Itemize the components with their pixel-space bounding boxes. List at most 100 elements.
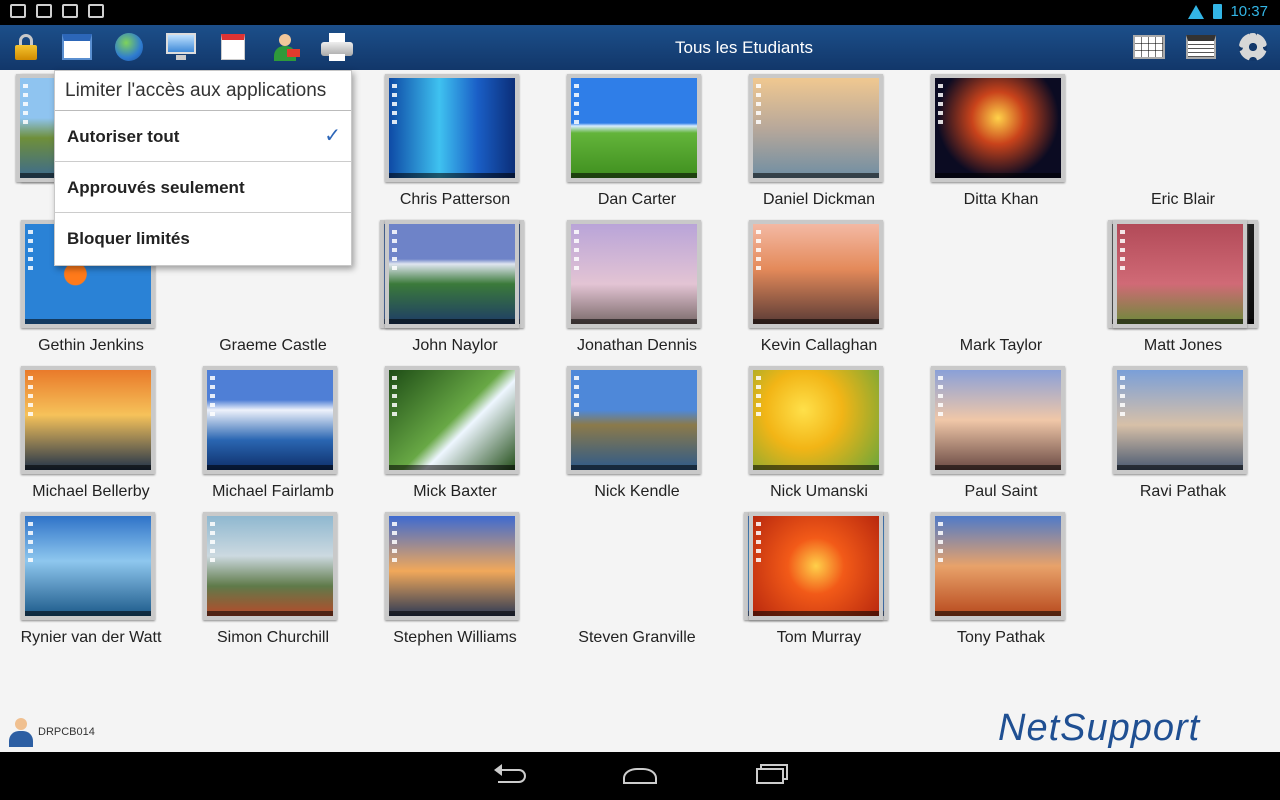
student-tile[interactable]: Nick Kendle [546, 362, 728, 508]
student-tile[interactable]: Paul Saint [910, 362, 1092, 508]
student-name: Ditta Khan [963, 191, 1039, 208]
student-screen-thumbnail[interactable] [749, 366, 883, 474]
student-tile[interactable]: Simon Churchill [182, 508, 364, 654]
student-screen-thumbnail[interactable] [1113, 220, 1247, 328]
user-transfer-icon [270, 32, 300, 62]
menu-item-block-restricted[interactable]: Bloquer limités [55, 213, 351, 264]
student-name: Mark Taylor [959, 337, 1043, 354]
student-name: Mick Baxter [413, 483, 497, 500]
student-tile[interactable]: Chris Patterson [364, 70, 546, 216]
window-icon [62, 34, 92, 60]
student-name: Dan Carter [597, 191, 677, 208]
student-screen-thumbnail[interactable] [385, 220, 519, 328]
recents-icon [756, 768, 784, 784]
image-icon [36, 4, 52, 18]
student-name: Daniel Dickman [762, 191, 876, 208]
student-name: Jonathan Dennis [576, 337, 698, 354]
student-name: Steven Granville [578, 629, 696, 646]
battery-icon [1213, 4, 1223, 19]
student-tile[interactable]: Ditta Khan [910, 70, 1092, 216]
student-name: Eric Blair [1150, 191, 1215, 208]
thumbnail-grid-icon [1133, 35, 1165, 59]
student-name: Paul Saint [964, 483, 1038, 500]
student-screen-thumbnail[interactable] [749, 74, 883, 182]
briefcase-icon [62, 4, 78, 18]
show-screen-button[interactable] [164, 30, 198, 64]
recents-button[interactable] [750, 764, 790, 788]
student-screen-thumbnail[interactable] [749, 220, 883, 328]
menu-item-allow-all[interactable]: Autoriser tout ✓ [55, 111, 351, 162]
app-toolbar: Tous les Etudiants [0, 25, 1280, 70]
page-title: Tous les Etudiants [675, 38, 813, 57]
app-access-menu: Limiter l'accès aux applications Autoris… [54, 70, 352, 266]
printer-icon [321, 33, 353, 61]
student-tile[interactable]: Nick Umanski [728, 362, 910, 508]
student-screen-thumbnail[interactable] [385, 366, 519, 474]
student-screen-thumbnail[interactable] [385, 74, 519, 182]
student-tile[interactable]: Rynier van der Watt [0, 508, 182, 654]
student-tile[interactable]: Michael Fairlamb [182, 362, 364, 508]
student-tile[interactable]: Mick Baxter [364, 362, 546, 508]
student-name: Michael Bellerby [32, 483, 150, 500]
list-view-icon [1186, 35, 1216, 59]
student-name: John Naylor [412, 337, 498, 354]
student-tile[interactable]: Michael Bellerby [0, 362, 182, 508]
student-name: Kevin Callaghan [760, 337, 878, 354]
lock-icon [15, 34, 37, 60]
student-tile[interactable]: Dan Carter [546, 70, 728, 216]
student-name: Graeme Castle [219, 337, 327, 354]
student-screen-thumbnail[interactable] [567, 366, 701, 474]
notification-icons [10, 4, 104, 20]
check-icon: ✓ [324, 125, 341, 147]
student-name: Nick Kendle [594, 483, 680, 500]
list-view-button[interactable] [1184, 30, 1218, 64]
student-name: Tom Murray [776, 629, 862, 646]
menu-item-approved-only[interactable]: Approuvés seulement [55, 162, 351, 213]
bag-icon [88, 4, 104, 18]
student-tile[interactable]: Daniel Dickman [728, 70, 910, 216]
student-tile[interactable]: Jonathan Dennis [546, 216, 728, 362]
print-button[interactable] [320, 30, 354, 64]
user-transfer-button[interactable] [268, 30, 302, 64]
student-screen-thumbnail[interactable] [931, 366, 1065, 474]
screen: 10:37 Tous les Etudiants Chris Patterson… [0, 0, 1280, 800]
thumbnail-view-button[interactable] [1132, 30, 1166, 64]
student-tile[interactable]: Stephen Williams [364, 508, 546, 654]
register-button[interactable] [216, 30, 250, 64]
register-icon [221, 34, 245, 60]
student-screen-thumbnail[interactable] [21, 512, 155, 620]
student-screen-thumbnail[interactable] [931, 512, 1065, 620]
student-tile[interactable]: Steven Granville [546, 508, 888, 654]
lock-button[interactable] [9, 30, 43, 64]
student-screen-thumbnail[interactable] [385, 512, 519, 620]
student-screen-thumbnail[interactable] [203, 366, 337, 474]
menu-title: Limiter l'accès aux applications [55, 71, 351, 111]
student-screen-thumbnail[interactable] [567, 74, 701, 182]
student-screen-thumbnail[interactable] [749, 512, 883, 620]
student-screen-thumbnail[interactable] [1113, 366, 1247, 474]
student-screen-thumbnail[interactable] [21, 366, 155, 474]
back-icon [494, 764, 526, 783]
student-tile[interactable]: Tom Murray [728, 508, 910, 654]
back-button[interactable] [492, 764, 532, 788]
wifi-icon [1187, 4, 1205, 19]
student-name: Stephen Williams [393, 629, 517, 646]
student-tile[interactable]: John Naylor [364, 216, 546, 362]
globe-icon [115, 33, 143, 61]
student-tile[interactable]: Eric Blair [16, 70, 1274, 216]
student-screen-thumbnail[interactable] [567, 220, 701, 328]
student-tile[interactable]: Kevin Callaghan [728, 216, 910, 362]
student-tile[interactable]: Mark Taylor [910, 216, 1258, 362]
status-bar: 10:37 [0, 0, 1280, 25]
student-tile[interactable]: Tony Pathak [910, 508, 1092, 654]
student-name: Ravi Pathak [1139, 483, 1227, 500]
web-button[interactable] [112, 30, 146, 64]
student-screen-thumbnail[interactable] [931, 74, 1065, 182]
menu-item-label: Bloquer limités [67, 229, 190, 248]
application-window-button[interactable] [60, 30, 94, 64]
student-tile[interactable]: Ravi Pathak [1092, 362, 1274, 508]
student-screen-thumbnail[interactable] [203, 512, 337, 620]
home-button[interactable] [620, 764, 660, 788]
settings-button[interactable] [1236, 30, 1270, 64]
student-tile[interactable]: Matt Jones [1092, 216, 1274, 362]
